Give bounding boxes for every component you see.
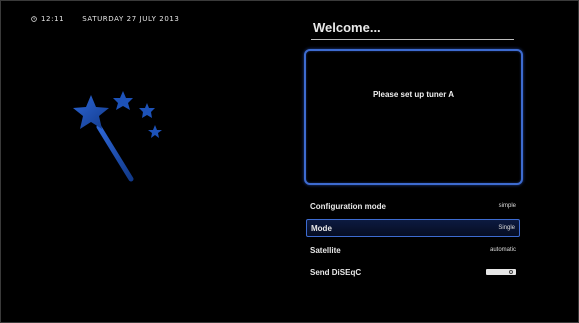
screen-frame: 12:11 SATURDAY 27 JULY 2013 Welcome... P… [0,0,579,323]
status-date: SATURDAY 27 JULY 2013 [82,15,180,23]
send-diseqc-label: Send DiSEqC [310,267,362,277]
mode-label: Mode [311,223,332,233]
send-diseqc-row[interactable]: Send DiSEqC [306,263,520,281]
clock-icon [31,16,37,22]
clock-time: 12:11 [41,15,65,23]
mode-row[interactable]: Mode Single [306,219,520,237]
wizard-message: Please set up tuner A [372,90,455,99]
magic-wand-icon [73,91,162,182]
mode-value: Single [498,225,515,231]
satellite-label: Satellite [310,245,341,255]
config-mode-label: Configuration mode [310,201,386,211]
satellite-value: automatic [489,247,516,253]
title-divider [311,39,514,40]
config-mode-value: simple [498,203,516,209]
toggle-switch-icon[interactable] [486,269,516,275]
config-mode-row[interactable]: Configuration mode simple [306,197,520,215]
wizard-title: Welcome... [313,20,381,35]
satellite-row[interactable]: Satellite automatic [306,241,520,259]
wizard-message-box: Please set up tuner A [304,49,523,185]
status-bar: 12:11 SATURDAY 27 JULY 2013 [31,15,180,23]
tuner-settings-list: Configuration mode simple Mode Single Sa… [306,197,520,285]
toggle-knob [509,270,513,274]
